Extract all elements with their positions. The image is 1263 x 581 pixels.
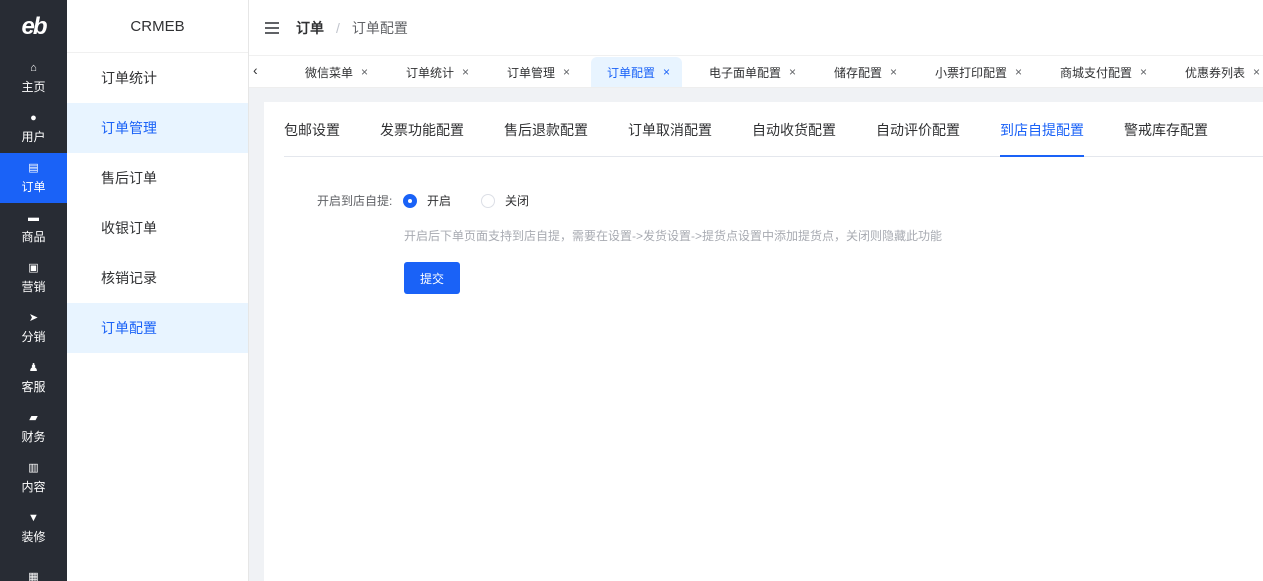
rail-item-more[interactable]: ▦ — [0, 553, 67, 581]
radio-disable-label: 关闭 — [505, 194, 530, 208]
config-tab-store-pickup[interactable]: 到店自提配置 — [1000, 102, 1084, 157]
rail-item-label: 用户 — [21, 130, 46, 144]
config-tabs: 包邮设置 发票功能配置 售后退款配置 订单取消配置 自动收货配置 自动评价配置 … — [284, 102, 1263, 157]
close-icon[interactable]: × — [1015, 65, 1022, 79]
close-icon[interactable]: × — [361, 65, 368, 79]
config-tab-stock-alert[interactable]: 警戒库存配置 — [1124, 102, 1208, 157]
close-icon[interactable]: × — [462, 65, 469, 79]
rail-item-home[interactable]: ⌂ 主页 — [0, 53, 67, 103]
submenu-item-after-sales[interactable]: 售后订单 — [67, 153, 248, 203]
submit-button[interactable]: 提交 — [404, 262, 460, 294]
close-icon[interactable]: × — [1253, 65, 1260, 79]
tab-label: 优惠券列表 — [1185, 65, 1246, 80]
home-icon: ⌂ — [30, 62, 37, 74]
chevron-left-icon[interactable]: ‹ — [253, 62, 258, 78]
breadcrumb-parent[interactable]: 订单 — [296, 18, 324, 38]
radio-enable-label: 开启 — [427, 194, 452, 208]
rail-item-label: 分销 — [21, 330, 46, 344]
submenu-item-order-manage[interactable]: 订单管理 — [67, 103, 248, 153]
rail-item-label: 商品 — [21, 230, 46, 244]
breadcrumb-separator: / — [336, 19, 340, 36]
bell-icon: ♟ — [28, 362, 39, 374]
top-header: 订单 / 订单配置 — [249, 0, 1263, 56]
rail-item-service[interactable]: ♟ 客服 — [0, 353, 67, 403]
rail-item-label: 内容 — [21, 480, 46, 494]
radio-disable[interactable]: 关闭 — [481, 192, 529, 209]
page-tab-e-waybill[interactable]: 电子面单配置 × — [693, 57, 808, 87]
tab-label: 微信菜单 — [305, 65, 354, 80]
wallet-icon: ▰ — [29, 412, 38, 424]
crmeb-logo[interactable]: eb — [0, 0, 67, 53]
store-pickup-label: 开启到店自提: — [317, 194, 393, 208]
close-icon[interactable]: × — [663, 65, 670, 79]
tab-label: 订单统计 — [406, 65, 455, 80]
rail-item-goods[interactable]: ▬ 商品 — [0, 203, 67, 253]
rail-item-label: 订单 — [21, 180, 46, 194]
rail-item-label: 装修 — [21, 530, 46, 544]
page-tab-wechat-menu[interactable]: 微信菜单 × — [289, 57, 380, 87]
radio-unchecked-icon — [481, 193, 496, 208]
tab-label: 电子面单配置 — [709, 65, 782, 80]
menu-toggle-icon[interactable] — [265, 21, 279, 34]
tab-label: 订单配置 — [607, 65, 656, 80]
app-root: eb ⌂ 主页 ● 用户 ▤ 订单 ▬ 商品 ▣ 营销 ➤ 分销 ♟ 客服 ▰ 财务 ▥ 内容 ▼… — [0, 0, 1263, 581]
rail-item-user[interactable]: ● 用户 — [0, 103, 67, 153]
order-icon: ▤ — [28, 162, 39, 174]
config-card: 包邮设置 发票功能配置 售后退款配置 订单取消配置 自动收货配置 自动评价配置 … — [264, 102, 1263, 581]
config-tab-invoice[interactable]: 发票功能配置 — [380, 102, 464, 157]
goods-icon: ▬ — [28, 212, 39, 224]
close-icon[interactable]: × — [563, 65, 570, 79]
rail-item-label: 客服 — [21, 380, 46, 394]
submenu-item-cashier-orders[interactable]: 收银订单 — [67, 203, 248, 253]
main-content: 包邮设置 发票功能配置 售后退款配置 订单取消配置 自动收货配置 自动评价配置 … — [249, 88, 1263, 581]
page-tabs-bar: ‹ 微信菜单 × 订单统计 × 订单管理 × 订单配置 × 电子面单配置 × 储存配置 × … — [249, 56, 1263, 88]
page-tab-coupons[interactable]: 优惠券列表 × — [1169, 57, 1263, 87]
close-icon[interactable]: × — [1140, 65, 1147, 79]
config-tab-auto-review[interactable]: 自动评价配置 — [876, 102, 960, 157]
logo-text: eb — [21, 12, 47, 40]
store-pickup-row: 开启到店自提: 开启 关闭 — [317, 192, 529, 209]
config-tab-cancel[interactable]: 订单取消配置 — [628, 102, 712, 157]
grid-icon: ▦ — [28, 570, 39, 581]
rail-item-finance[interactable]: ▰ 财务 — [0, 403, 67, 453]
close-icon[interactable]: × — [890, 65, 897, 79]
page-tab-order-manage[interactable]: 订单管理 × — [491, 57, 582, 87]
rail-item-label: 财务 — [21, 430, 46, 444]
radio-checked-icon — [403, 193, 417, 208]
sub-menu: CRMEB 订单统计 订单管理 售后订单 收银订单 核销记录 订单配置 — [67, 0, 249, 581]
rail-item-marketing[interactable]: ▣ 营销 — [0, 253, 67, 303]
breadcrumb-current: 订单配置 — [351, 19, 408, 36]
config-tab-free-shipping[interactable]: 包邮设置 — [284, 102, 340, 157]
tab-label: 商城支付配置 — [1060, 65, 1133, 80]
brand-title: CRMEB — [67, 0, 248, 53]
rail-item-label: 主页 — [21, 80, 46, 94]
brush-icon: ▼ — [28, 512, 39, 524]
submenu-item-order-config[interactable]: 订单配置 — [67, 303, 248, 353]
rail-item-distribution[interactable]: ➤ 分销 — [0, 303, 67, 353]
page-tab-order-config[interactable]: 订单配置 × — [591, 57, 683, 87]
submenu-item-order-stats[interactable]: 订单统计 — [67, 53, 248, 103]
rail-item-label: 营销 — [21, 280, 46, 294]
user-icon: ● — [30, 112, 37, 124]
chart-icon: ▣ — [28, 262, 39, 274]
page-tab-receipt-print[interactable]: 小票打印配置 × — [919, 57, 1034, 87]
tab-label: 订单管理 — [507, 65, 556, 80]
submenu-item-verify-records[interactable]: 核销记录 — [67, 253, 248, 303]
config-tab-auto-receive[interactable]: 自动收货配置 — [752, 102, 836, 157]
radio-enable[interactable]: 开启 — [403, 192, 451, 209]
tab-label: 储存配置 — [834, 65, 883, 80]
config-tab-refund[interactable]: 售后退款配置 — [504, 102, 588, 157]
store-pickup-hint: 开启后下单页面支持到店自提，需要在设置->发货设置->提货点设置中添加提货点，关… — [404, 229, 943, 243]
content-icon: ▥ — [28, 462, 39, 474]
page-tab-storage[interactable]: 储存配置 × — [818, 57, 909, 87]
main-nav-rail: eb ⌂ 主页 ● 用户 ▤ 订单 ▬ 商品 ▣ 营销 ➤ 分销 ♟ 客服 ▰ 财务 ▥ 内容 ▼… — [0, 0, 67, 581]
page-tab-order-stats[interactable]: 订单统计 × — [390, 57, 481, 87]
rail-item-content[interactable]: ▥ 内容 — [0, 453, 67, 503]
rail-item-order[interactable]: ▤ 订单 — [0, 153, 67, 203]
tab-label: 小票打印配置 — [935, 65, 1008, 80]
close-icon[interactable]: × — [789, 65, 796, 79]
send-icon: ➤ — [28, 312, 39, 324]
page-tab-payment[interactable]: 商城支付配置 × — [1044, 57, 1159, 87]
rail-item-decoration[interactable]: ▼ 装修 — [0, 503, 67, 553]
